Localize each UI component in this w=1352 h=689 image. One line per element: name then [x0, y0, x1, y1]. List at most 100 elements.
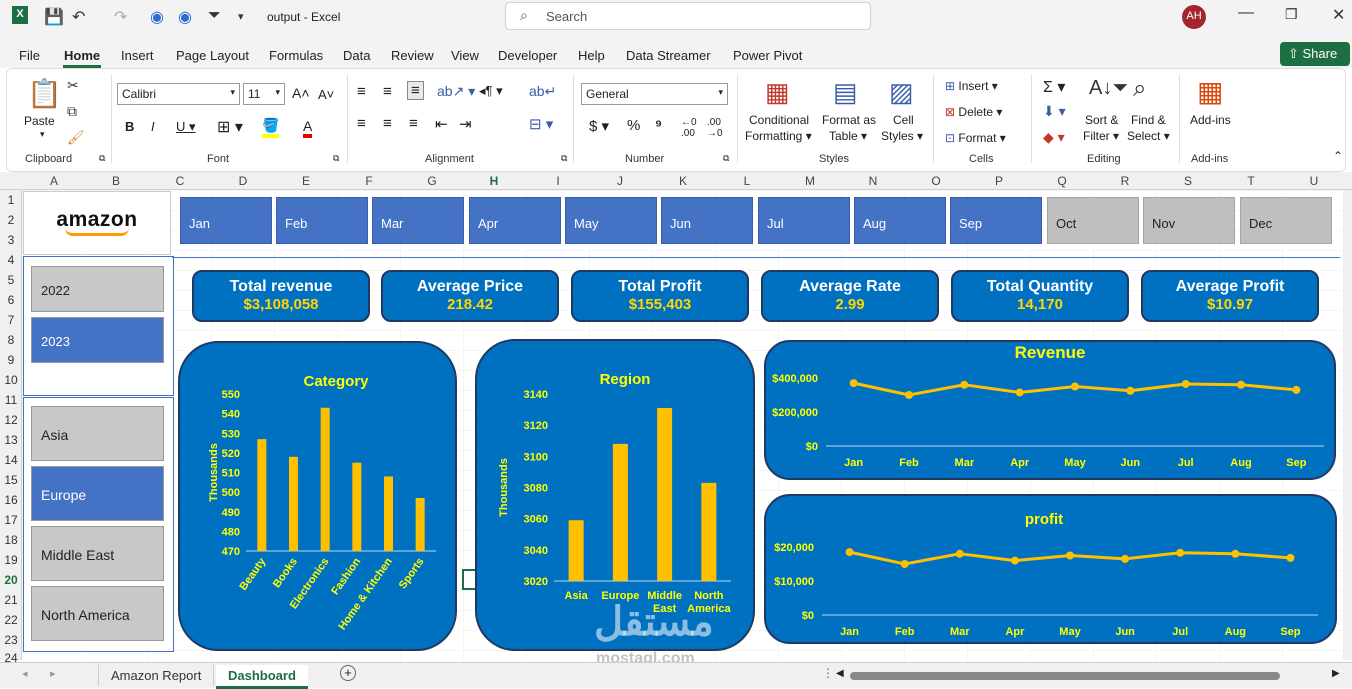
column-header[interactable]: S — [1178, 174, 1198, 188]
row-header[interactable]: 20 — [0, 573, 22, 587]
menu-help[interactable]: Help — [578, 48, 605, 63]
number-format-select[interactable]: General ▾ — [581, 83, 728, 105]
align-right-icon[interactable]: ≡ — [409, 115, 418, 132]
search-box[interactable]: ⌕ Search — [505, 2, 871, 30]
autosum-icon[interactable]: Σ ▾ — [1043, 77, 1065, 97]
italic-icon[interactable]: I — [151, 119, 155, 134]
paste-dropdown-icon[interactable]: ▾ — [40, 129, 45, 140]
menu-insert[interactable]: Insert — [121, 48, 154, 63]
row-header[interactable]: 19 — [0, 553, 22, 567]
row-header[interactable]: 15 — [0, 473, 22, 487]
column-header[interactable]: M — [800, 174, 820, 188]
decrease-font-icon[interactable]: A˅ — [318, 87, 334, 102]
add-sheet-icon[interactable]: + — [340, 665, 356, 681]
sort-filter-icon[interactable]: A↓⏷ — [1089, 77, 1128, 100]
format-as-table-label-1[interactable]: Format as — [822, 113, 876, 127]
column-header[interactable]: T — [1241, 174, 1261, 188]
month-button-apr[interactable]: Apr — [469, 197, 561, 244]
menu-home[interactable]: Home — [64, 48, 100, 63]
circle-tool-icon[interactable]: ◉ — [150, 7, 164, 27]
orientation-icon[interactable]: ab↗ ▾ — [437, 83, 475, 100]
circle-tool-2-icon[interactable]: ◉ — [178, 7, 192, 27]
cell-styles-icon[interactable]: ▨ — [889, 77, 914, 108]
find-select-label-1[interactable]: Find & — [1131, 113, 1166, 127]
row-header[interactable]: 17 — [0, 513, 22, 527]
column-header[interactable]: L — [737, 174, 757, 188]
column-header[interactable]: E — [296, 174, 316, 188]
close-icon[interactable]: ✕ — [1332, 5, 1345, 25]
clear-icon[interactable]: ◆ ▾ — [1043, 129, 1065, 146]
column-header[interactable]: R — [1115, 174, 1135, 188]
add-ins-icon[interactable]: ▦ — [1197, 75, 1223, 108]
region-button-north-america[interactable]: North America — [31, 586, 164, 641]
font-size-select[interactable]: 11 ▾ — [243, 83, 285, 105]
align-center-icon[interactable]: ≡ — [383, 115, 392, 132]
restore-icon[interactable]: ❐ — [1285, 6, 1298, 23]
year-button-2022[interactable]: 2022 — [31, 266, 164, 312]
row-header[interactable]: 2 — [0, 213, 22, 227]
column-header[interactable]: G — [422, 174, 442, 188]
month-button-sep[interactable]: Sep — [950, 197, 1042, 244]
wrap-text-icon[interactable]: ab↵ — [529, 83, 556, 100]
paste-button-label[interactable]: Paste — [24, 114, 55, 128]
row-header[interactable]: 9 — [0, 353, 22, 367]
copy-icon[interactable]: ⧉ — [67, 103, 77, 120]
font-color-icon[interactable]: A — [303, 118, 313, 138]
rtl-icon[interactable]: ◂¶ ▾ — [479, 83, 503, 99]
column-header[interactable]: B — [106, 174, 126, 188]
customize-qat-icon[interactable]: ▾ — [238, 10, 244, 23]
merge-center-icon[interactable]: ⊟ ▾ — [529, 115, 553, 133]
month-button-dec[interactable]: Dec — [1240, 197, 1332, 244]
row-header[interactable]: 14 — [0, 453, 22, 467]
row-header[interactable]: 12 — [0, 413, 22, 427]
number-launcher-icon[interactable]: ⧉ — [723, 153, 729, 164]
decrease-indent-icon[interactable]: ⇤ — [435, 115, 448, 133]
find-select-icon[interactable]: ⌕ — [1133, 75, 1146, 103]
bold-icon[interactable]: B — [125, 119, 134, 134]
increase-decimal-icon[interactable]: ←0.00 — [681, 117, 697, 139]
font-launcher-icon[interactable]: ⧉ — [333, 153, 339, 164]
menu-page-layout[interactable]: Page Layout — [176, 48, 249, 63]
collapse-ribbon-icon[interactable]: ⌃ — [1333, 149, 1343, 163]
column-header[interactable]: J — [610, 174, 630, 188]
conditional-formatting-label-1[interactable]: Conditional — [749, 113, 809, 127]
region-button-middle-east[interactable]: Middle East — [31, 526, 164, 581]
row-header[interactable]: 3 — [0, 233, 22, 247]
month-button-feb[interactable]: Feb — [276, 197, 368, 244]
column-header[interactable]: O — [926, 174, 946, 188]
row-header[interactable]: 4 — [0, 253, 22, 267]
undo-icon[interactable]: ↶ — [72, 7, 85, 27]
menu-formulas[interactable]: Formulas — [269, 48, 323, 63]
format-painter-icon[interactable]: 🖌 — [67, 129, 85, 146]
month-button-oct[interactable]: Oct — [1047, 197, 1139, 244]
clipboard-launcher-icon[interactable]: ⧉ — [99, 153, 105, 164]
month-button-aug[interactable]: Aug — [854, 197, 946, 244]
increase-indent-icon[interactable]: ⇥ — [459, 115, 472, 133]
menu-review[interactable]: Review — [391, 48, 434, 63]
format-as-table-icon[interactable]: ▤ — [833, 77, 858, 108]
vertical-scrollbar[interactable] — [1343, 190, 1352, 660]
region-button-europe[interactable]: Europe — [31, 466, 164, 521]
filter-icon[interactable]: ⏷ — [208, 7, 221, 25]
cut-icon[interactable]: ✂ — [67, 77, 79, 94]
sheet-tab-amazon-report[interactable]: Amazon Report — [98, 665, 215, 686]
paste-icon[interactable]: 📋 — [27, 77, 62, 110]
increase-font-icon[interactable]: A˄ — [292, 85, 310, 101]
align-top-icon[interactable]: ≡ — [357, 83, 366, 100]
column-header[interactable]: P — [989, 174, 1009, 188]
month-button-mar[interactable]: Mar — [372, 197, 464, 244]
column-header[interactable]: I — [548, 174, 568, 188]
format-as-table-label-2[interactable]: Table ▾ — [829, 129, 867, 143]
column-header[interactable]: C — [170, 174, 190, 188]
menu-power-pivot[interactable]: Power Pivot — [733, 48, 802, 63]
month-button-may[interactable]: May — [565, 197, 657, 244]
menu-developer[interactable]: Developer — [498, 48, 557, 63]
column-header[interactable]: A — [44, 174, 64, 188]
delete-cells-button[interactable]: ⊠ Delete ▾ — [945, 105, 1002, 119]
row-header[interactable]: 7 — [0, 313, 22, 327]
next-sheet-icon[interactable]: ▸ — [50, 667, 56, 680]
avatar[interactable]: AH — [1182, 5, 1206, 29]
prev-sheet-icon[interactable]: ◂ — [22, 667, 28, 680]
find-select-label-2[interactable]: Select ▾ — [1127, 129, 1170, 143]
redo-icon[interactable]: ↷ — [114, 7, 127, 27]
